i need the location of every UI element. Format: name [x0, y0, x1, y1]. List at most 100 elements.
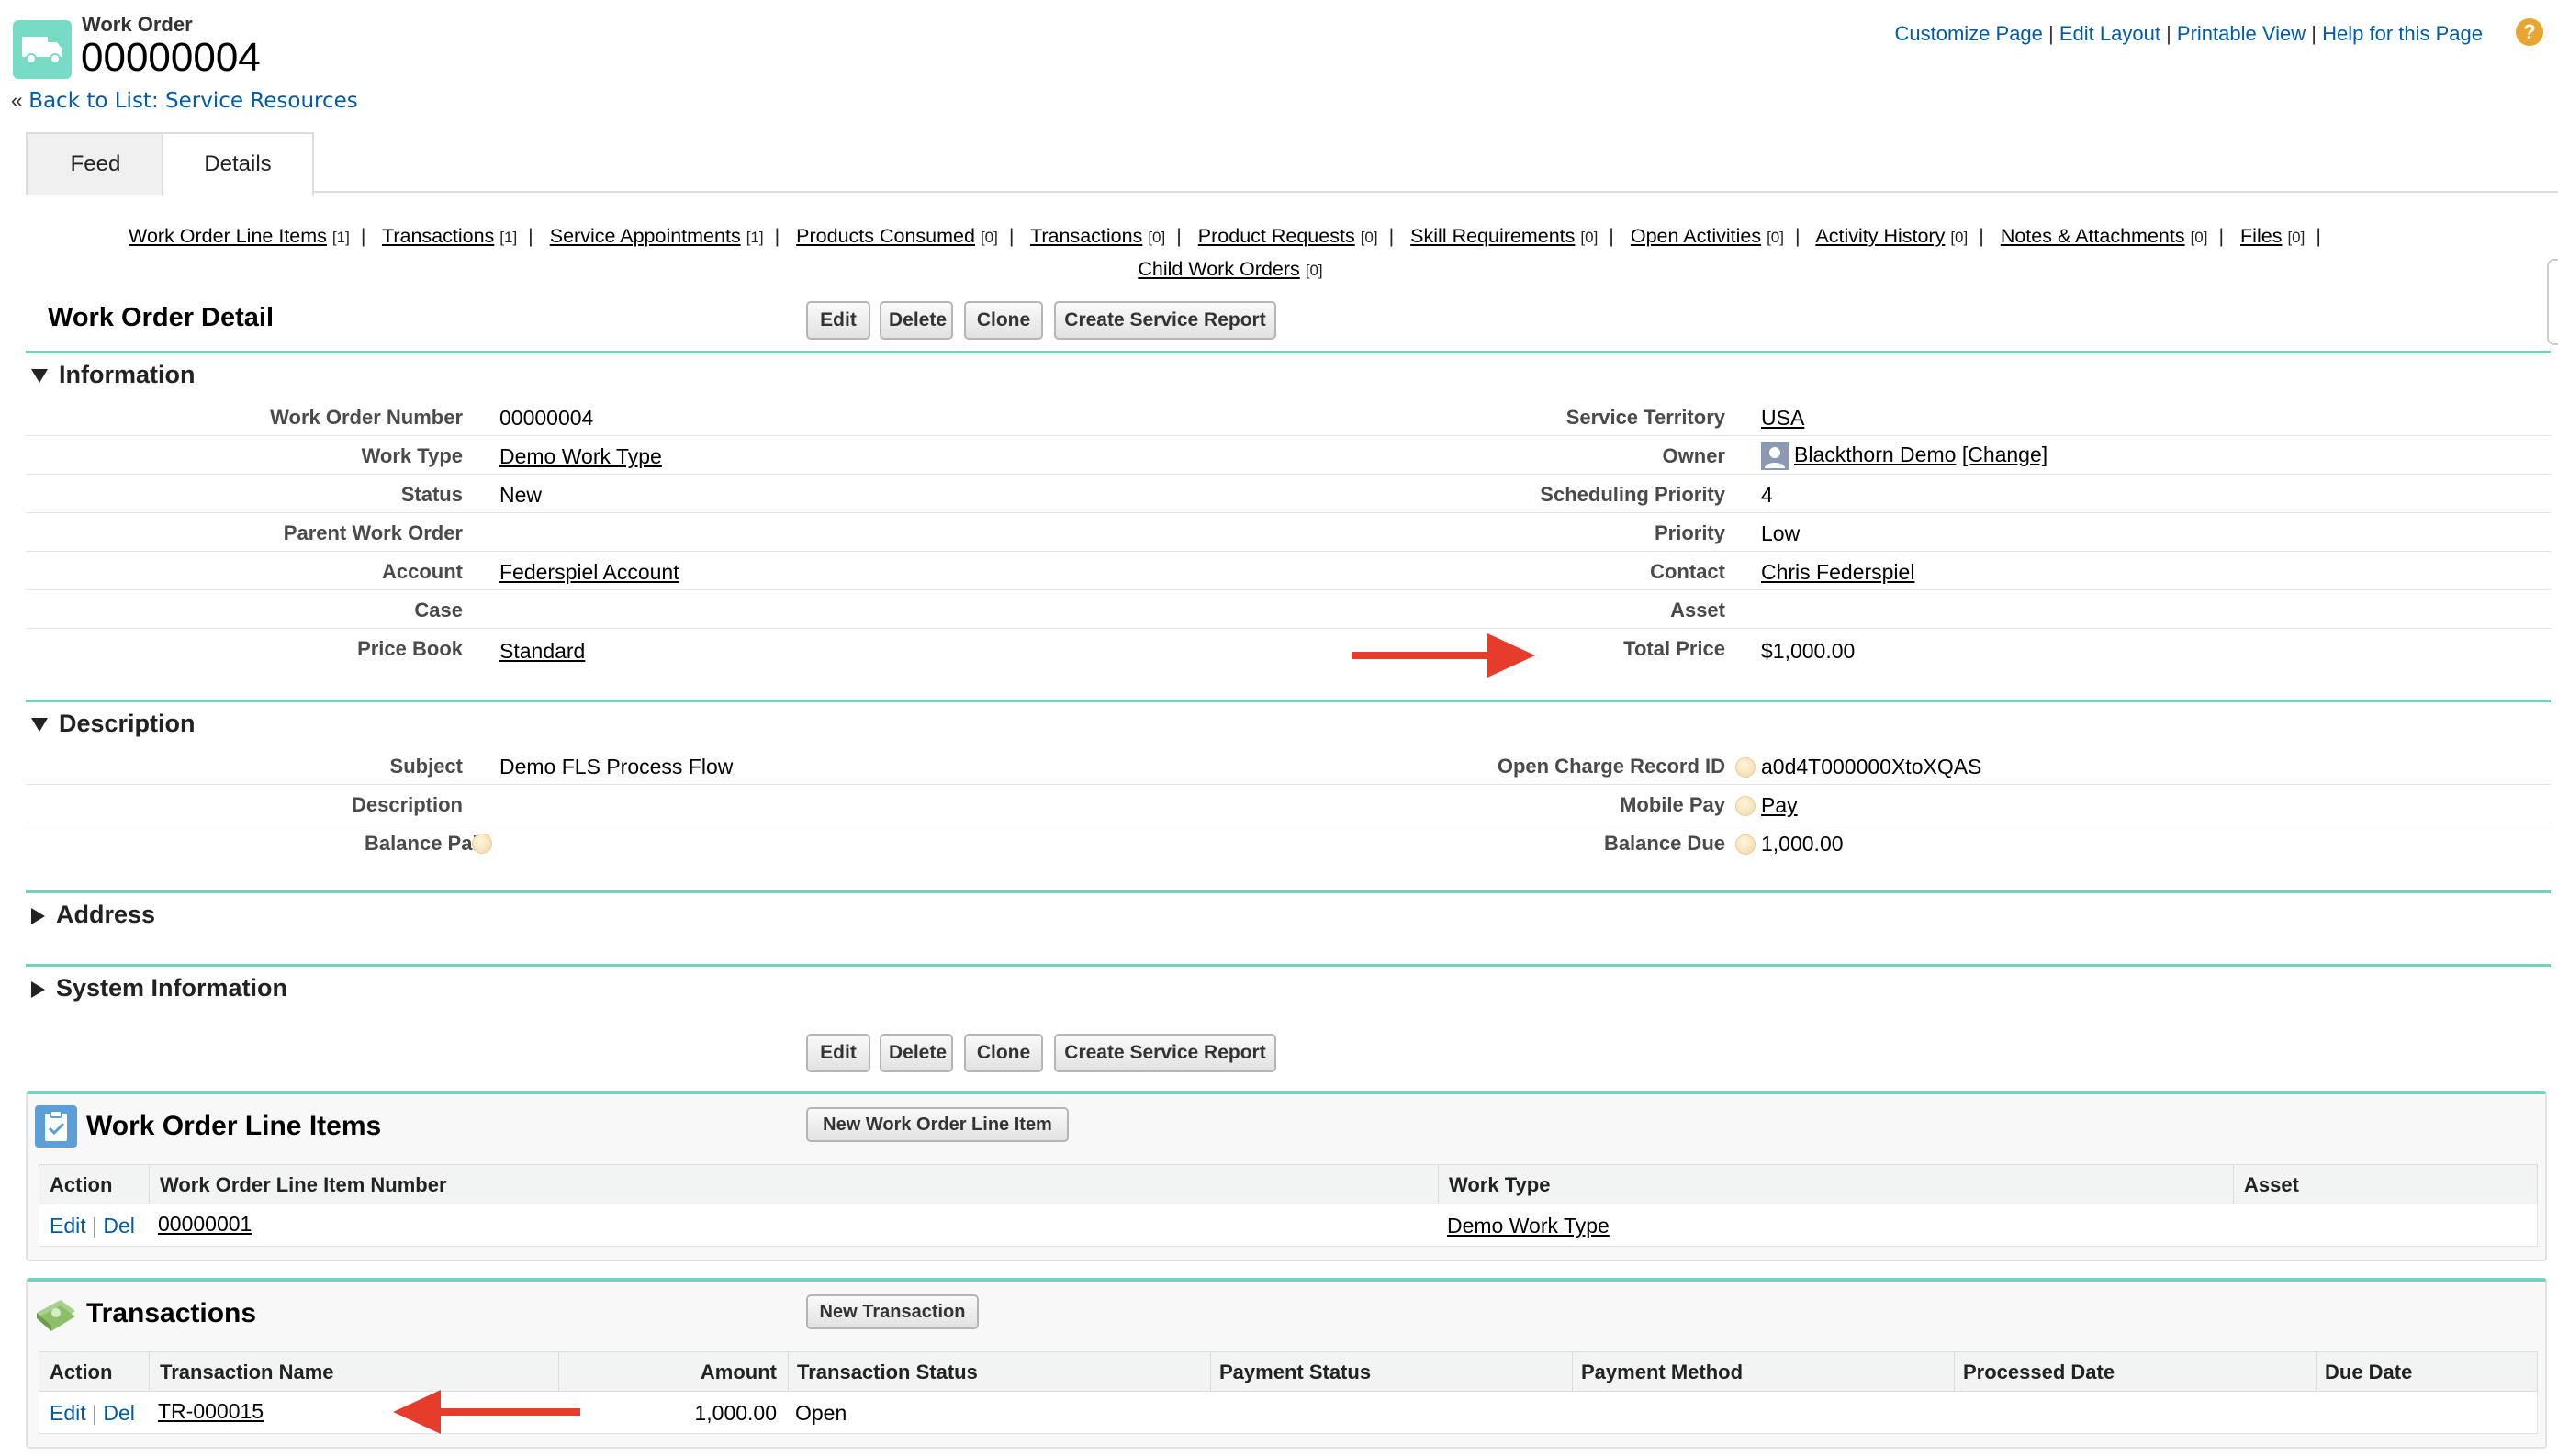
field-label: Work Order Number [270, 406, 463, 429]
column-header[interactable]: Payment Method [1581, 1361, 1743, 1384]
column-header[interactable]: Processed Date [1963, 1361, 2115, 1384]
delete-button-bottom[interactable]: Delete [880, 1034, 953, 1072]
row-divider [26, 512, 2551, 513]
section-rule [26, 700, 2551, 702]
work-type-link[interactable]: Demo Work Type [499, 444, 662, 469]
clone-button-bottom[interactable]: Clone [964, 1034, 1043, 1072]
related-link-transactions[interactable]: Transactions [1] [382, 225, 517, 247]
column-divider [1572, 1351, 1573, 1392]
delete-button[interactable]: Delete [880, 301, 953, 340]
delete-row-link[interactable]: Del [103, 1214, 135, 1238]
annotation-arrow-shaft [439, 1408, 580, 1416]
column-header[interactable]: Work Order Line Item Number [160, 1173, 447, 1197]
account-link[interactable]: Federspiel Account [499, 560, 679, 585]
tab-details[interactable]: Details [162, 132, 314, 196]
section-rule [26, 890, 2551, 893]
column-header: Action [50, 1173, 113, 1196]
service-territory-link[interactable]: USA [1761, 406, 1804, 431]
clone-button[interactable]: Clone [964, 301, 1043, 340]
column-header[interactable]: Transaction Name [160, 1361, 334, 1384]
row-actions: Edit | Del [50, 1214, 135, 1238]
column-header[interactable]: Work Type [1449, 1173, 1550, 1197]
link-separator: | [360, 225, 366, 247]
object-label: Work Order [82, 13, 193, 36]
edit-row-link[interactable]: Edit [50, 1214, 86, 1238]
link-separator: | [1609, 225, 1614, 247]
related-link-label: Notes & Attachments [2000, 225, 2185, 247]
system-information-title: System Information [56, 974, 288, 1002]
help-info-icon[interactable] [472, 834, 492, 854]
row-divider [26, 551, 2551, 552]
transaction-name-link[interactable]: TR-000015 [158, 1399, 264, 1424]
tabs-divider [26, 191, 2558, 193]
related-link-service-appointments[interactable]: Service Appointments [1] [550, 225, 764, 247]
help-info-icon[interactable] [1735, 757, 1756, 778]
column-header[interactable]: Asset [2244, 1173, 2299, 1197]
column-header[interactable]: Due Date [2325, 1361, 2412, 1384]
help-info-icon[interactable] [1735, 834, 1756, 855]
line-item-work-type-link[interactable]: Demo Work Type [1447, 1214, 1610, 1238]
delete-row-link[interactable]: Del [103, 1401, 135, 1425]
edit-button-bottom[interactable]: Edit [806, 1034, 870, 1072]
column-divider [149, 1351, 150, 1392]
related-link-skill-requirements[interactable]: Skill Requirements [0] [1410, 225, 1598, 247]
line-item-number-link[interactable]: 00000001 [158, 1212, 252, 1237]
contact-link[interactable]: Chris Federspiel [1761, 560, 1914, 585]
address-section-toggle[interactable]: Address [31, 901, 155, 929]
related-link-product-requests[interactable]: Product Requests [0] [1198, 225, 1378, 247]
owner-link[interactable]: Blackthorn Demo [1794, 442, 1956, 466]
related-link-products-consumed[interactable]: Products Consumed [0] [796, 225, 998, 247]
help-info-icon[interactable] [1735, 796, 1756, 816]
row-divider [26, 474, 2551, 475]
printable-view-link[interactable]: Printable View [2177, 22, 2306, 45]
description-section-toggle[interactable]: Description [31, 710, 196, 738]
create-service-report-button-bottom[interactable]: Create Service Report [1054, 1034, 1276, 1072]
related-link-count: [1] [499, 229, 518, 246]
column-divider [788, 1351, 789, 1392]
column-header[interactable]: Transaction Status [797, 1361, 978, 1384]
related-link-label: Product Requests [1197, 225, 1355, 247]
transaction-amount-value: 1,000.00 [694, 1401, 777, 1425]
customize-page-link[interactable]: Customize Page [1894, 22, 2042, 45]
link-separator: | [528, 225, 533, 247]
related-link-transactions-2[interactable]: Transactions [0] [1030, 225, 1165, 247]
side-scroll-handle[interactable] [2547, 259, 2558, 345]
related-link-open-activities[interactable]: Open Activities [0] [1631, 225, 1784, 247]
field-label: Service Territory [1565, 406, 1725, 429]
system-information-section-toggle[interactable]: System Information [31, 974, 287, 1002]
related-link-activity-history[interactable]: Activity History [0] [1815, 225, 1968, 247]
related-link-work-order-line-items[interactable]: Work Order Line Items [1] [129, 225, 350, 247]
edit-button[interactable]: Edit [806, 301, 870, 340]
tab-feed[interactable]: Feed [26, 132, 165, 195]
user-avatar-icon [1761, 442, 1789, 470]
edit-layout-link[interactable]: Edit Layout [2059, 22, 2160, 45]
total-price-value: $1,000.00 [1761, 639, 1856, 663]
mobile-pay-link[interactable]: Pay [1761, 793, 1798, 818]
section-rule [26, 964, 2551, 967]
field-label: Work Type [361, 444, 463, 467]
open-charge-record-id-value: a0d4T000000XtoXQAS [1761, 755, 1982, 778]
related-link-files[interactable]: Files [0] [2240, 225, 2305, 247]
help-link[interactable]: Help for this Page [2322, 22, 2483, 45]
edit-row-link[interactable]: Edit [50, 1401, 86, 1425]
status-value: New [499, 483, 543, 507]
related-list-links: Work Order Line Items [1] | Transactions … [55, 220, 2406, 286]
column-header[interactable]: Amount [701, 1361, 777, 1384]
annotation-arrow-shaft [1352, 652, 1489, 659]
new-transaction-button[interactable]: New Transaction [806, 1294, 979, 1329]
help-icon[interactable]: ? [2516, 18, 2543, 46]
back-to-list-link[interactable]: Back to List: Service Resources [28, 89, 358, 113]
link-separator: | [2166, 22, 2171, 45]
create-service-report-button[interactable]: Create Service Report [1054, 301, 1276, 340]
information-section-toggle[interactable]: Information [31, 361, 196, 389]
link-separator: | [2048, 22, 2054, 45]
transaction-status-value: Open [795, 1401, 847, 1425]
related-link-child-work-orders[interactable]: Child Work Orders [0] [1138, 258, 1322, 280]
annotation-arrow-right-icon [1487, 633, 1535, 678]
price-book-link[interactable]: Standard [499, 639, 585, 664]
column-header[interactable]: Payment Status [1219, 1361, 1371, 1384]
related-link-notes-attachments[interactable]: Notes & Attachments [0] [2001, 225, 2208, 247]
new-work-order-line-item-button[interactable]: New Work Order Line Item [806, 1107, 1069, 1142]
field-label: Account [382, 560, 463, 583]
change-owner-link[interactable]: [Change] [1962, 442, 2048, 466]
